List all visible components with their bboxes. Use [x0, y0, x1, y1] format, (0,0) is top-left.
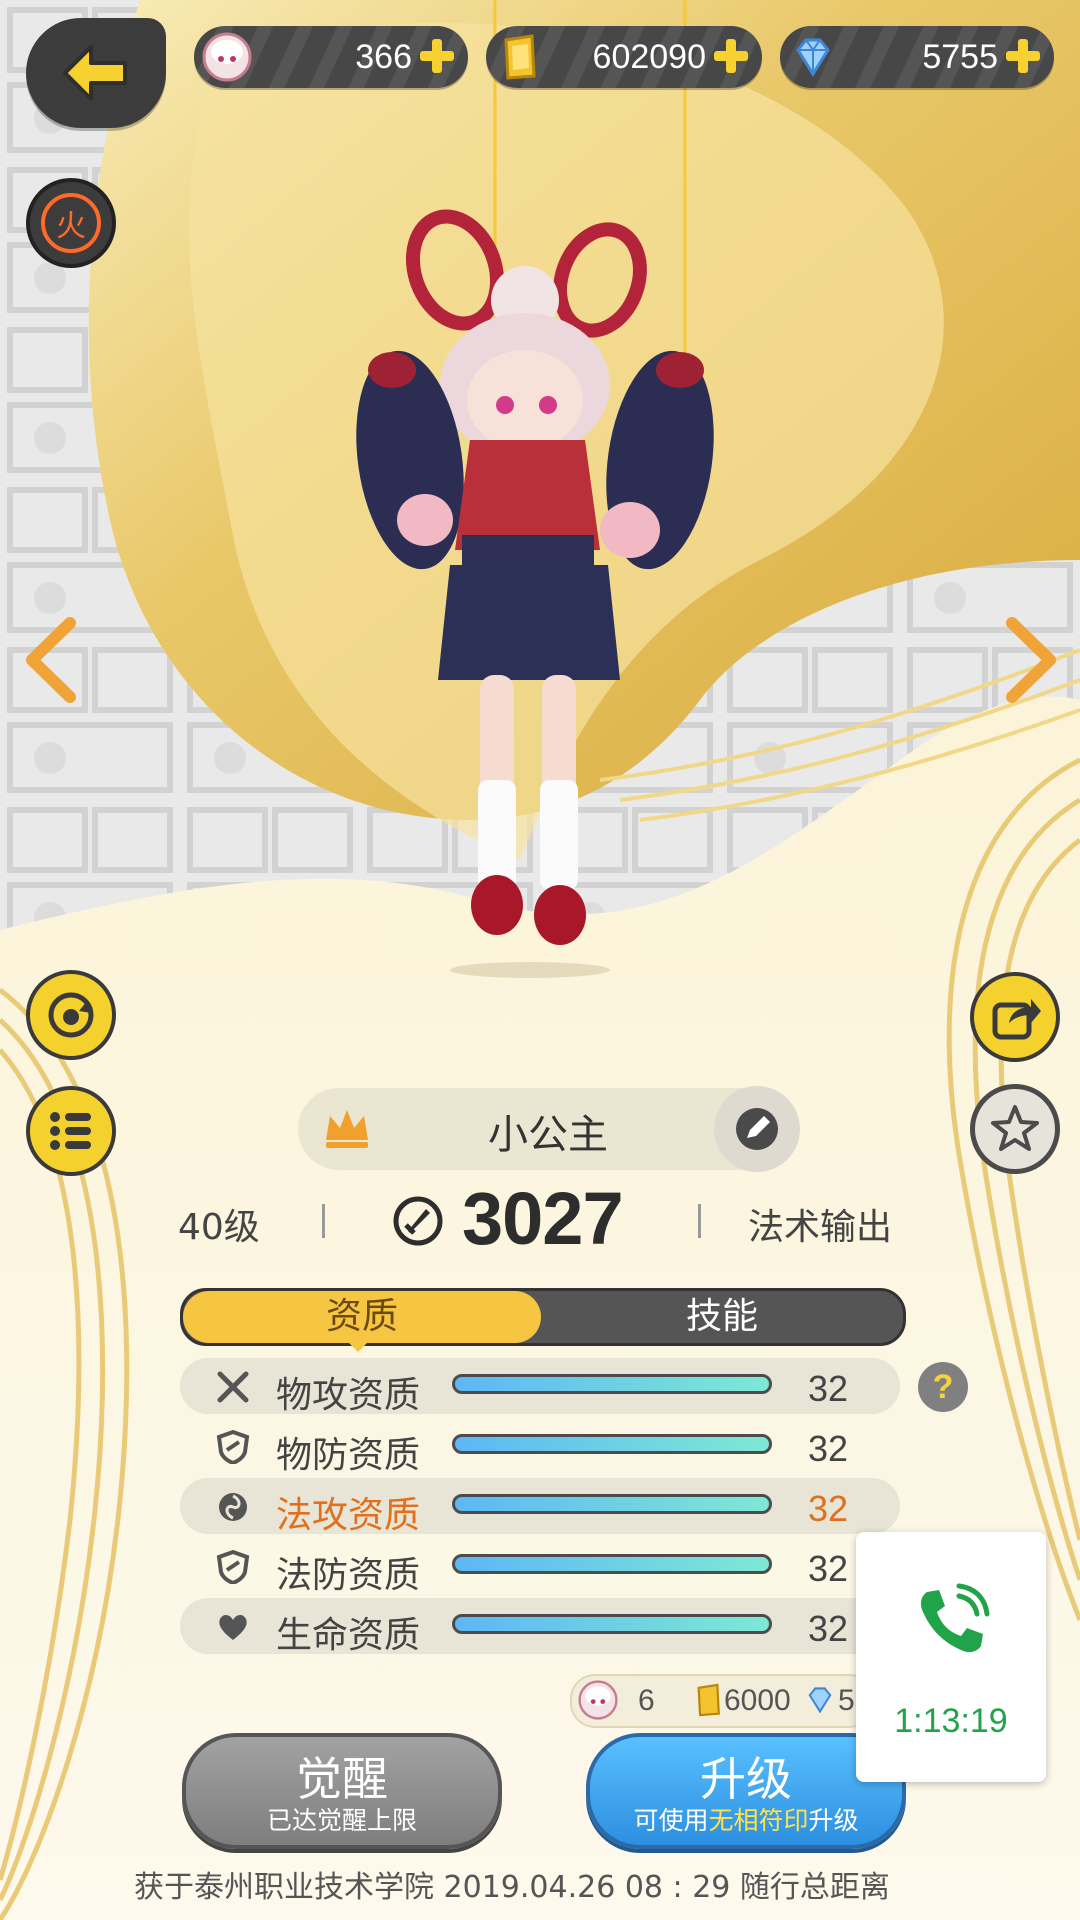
stat-bar — [452, 1614, 772, 1634]
previous-arrow-icon[interactable] — [22, 615, 82, 705]
stat-value: 32 — [808, 1428, 849, 1469]
call-timer: 1:13:19 — [894, 1702, 1008, 1740]
stamina-value: 366 — [355, 38, 412, 76]
add-gold-icon[interactable] — [712, 37, 750, 75]
tab-skills[interactable]: 技能 — [541, 1291, 903, 1343]
cost-diamond-qty: 5 — [838, 1684, 855, 1717]
stat-row: 物防资质 32 — [180, 1418, 900, 1476]
share-icon — [992, 999, 1041, 1040]
stat-value: 32 — [808, 1368, 849, 1409]
stat-row: 法防资质 32 — [180, 1538, 900, 1596]
diamond-counter[interactable]: 5755 — [780, 26, 1054, 88]
diamond-value: 5755 — [922, 38, 998, 76]
stat-bar — [452, 1554, 772, 1574]
rotate-icon — [48, 992, 94, 1038]
tab-aptitude[interactable]: 资质 — [183, 1291, 541, 1343]
awaken-button[interactable]: 觉醒 已达觉醒上限 — [182, 1733, 502, 1849]
gold-ingot-icon — [697, 1683, 720, 1717]
list-menu-button[interactable] — [26, 1086, 116, 1176]
cost-gold-qty: 6000 — [724, 1684, 791, 1717]
diamond-icon — [808, 1687, 832, 1714]
magic-swirl-icon — [219, 1493, 247, 1521]
stamina-face-icon — [578, 1680, 618, 1720]
stat-label: 法防资质 — [276, 1555, 421, 1596]
upgrade-sublabel: 可使用无相符印升级 — [590, 1801, 902, 1837]
stat-row: 生命资质 32 — [180, 1598, 900, 1656]
share-button[interactable] — [970, 972, 1060, 1062]
tab-bar: 资质 技能 — [180, 1288, 906, 1346]
crossed-swords-icon — [217, 1371, 249, 1403]
help-button[interactable]: ? — [918, 1362, 968, 1412]
cost-face-qty: 6 — [638, 1684, 655, 1717]
pet-detail-screen: 366 602090 5755 火 小公主 40级 3027 法术输出 资质 技… — [0, 0, 1080, 1920]
stat-bar — [452, 1434, 772, 1454]
upgrade-sub-highlight: 无相符印 — [708, 1806, 809, 1835]
phone-icon — [920, 1583, 990, 1653]
tab-indicator — [346, 1340, 370, 1352]
stat-row: 物攻资质 32 — [180, 1358, 900, 1416]
magic-shield-icon — [216, 1550, 250, 1584]
stat-value: 32 — [808, 1548, 849, 1589]
gold-ingot-icon — [504, 34, 536, 80]
acquisition-info: 获于泰州职业技术学院 2019.04.26 08 : 29 随行总距离 — [134, 1870, 890, 1905]
character-role: 法术输出 — [748, 1207, 893, 1248]
awaken-label: 觉醒 — [296, 1752, 388, 1806]
character-model[interactable] — [330, 200, 750, 980]
back-arrow-icon — [63, 45, 127, 101]
upgrade-sub-post: 升级 — [808, 1806, 859, 1835]
rename-button[interactable] — [714, 1086, 800, 1172]
stamina-face-icon — [202, 32, 252, 82]
gold-counter[interactable]: 602090 — [486, 26, 762, 88]
stat-value: 32 — [808, 1488, 849, 1529]
stamina-counter[interactable]: 366 — [194, 26, 468, 88]
gold-value: 602090 — [592, 38, 706, 76]
power-sword-icon — [393, 1196, 443, 1246]
awaken-sublabel: 已达觉醒上限 — [266, 1806, 417, 1835]
back-button[interactable] — [26, 18, 166, 128]
name-plate: 小公主 — [298, 1086, 800, 1172]
combat-power: 3027 — [462, 1177, 624, 1260]
divider — [698, 1204, 701, 1238]
stat-label: 物防资质 — [276, 1435, 421, 1476]
star-icon — [991, 1105, 1039, 1151]
upgrade-cost: 6 6000 5 — [570, 1674, 874, 1728]
add-diamond-icon[interactable] — [1004, 37, 1042, 75]
divider — [322, 1204, 325, 1238]
heart-icon — [219, 1614, 247, 1640]
element-badge-label: 火 — [41, 193, 101, 253]
stat-label: 生命资质 — [276, 1615, 421, 1656]
add-stamina-icon[interactable] — [418, 37, 456, 75]
diamond-icon — [796, 38, 830, 77]
list-icon — [50, 1112, 91, 1150]
character-level: 40级 — [178, 1207, 260, 1248]
favorite-button[interactable] — [970, 1084, 1060, 1174]
stat-label: 物攻资质 — [276, 1375, 421, 1416]
element-badge[interactable]: 火 — [26, 178, 116, 268]
stat-row: 法攻资质 32 — [180, 1478, 900, 1536]
next-arrow-icon[interactable] — [1000, 615, 1060, 705]
stat-label: 法攻资质 — [276, 1495, 421, 1536]
rotate-view-button[interactable] — [26, 970, 116, 1060]
call-overlay[interactable]: 1:13:19 — [856, 1532, 1046, 1782]
stat-bar — [452, 1374, 772, 1394]
upgrade-sub-pre: 可使用 — [633, 1806, 709, 1835]
stat-bar — [452, 1494, 772, 1514]
shield-icon — [216, 1430, 250, 1464]
stat-value: 32 — [808, 1608, 849, 1649]
edit-pencil-icon — [736, 1108, 778, 1150]
